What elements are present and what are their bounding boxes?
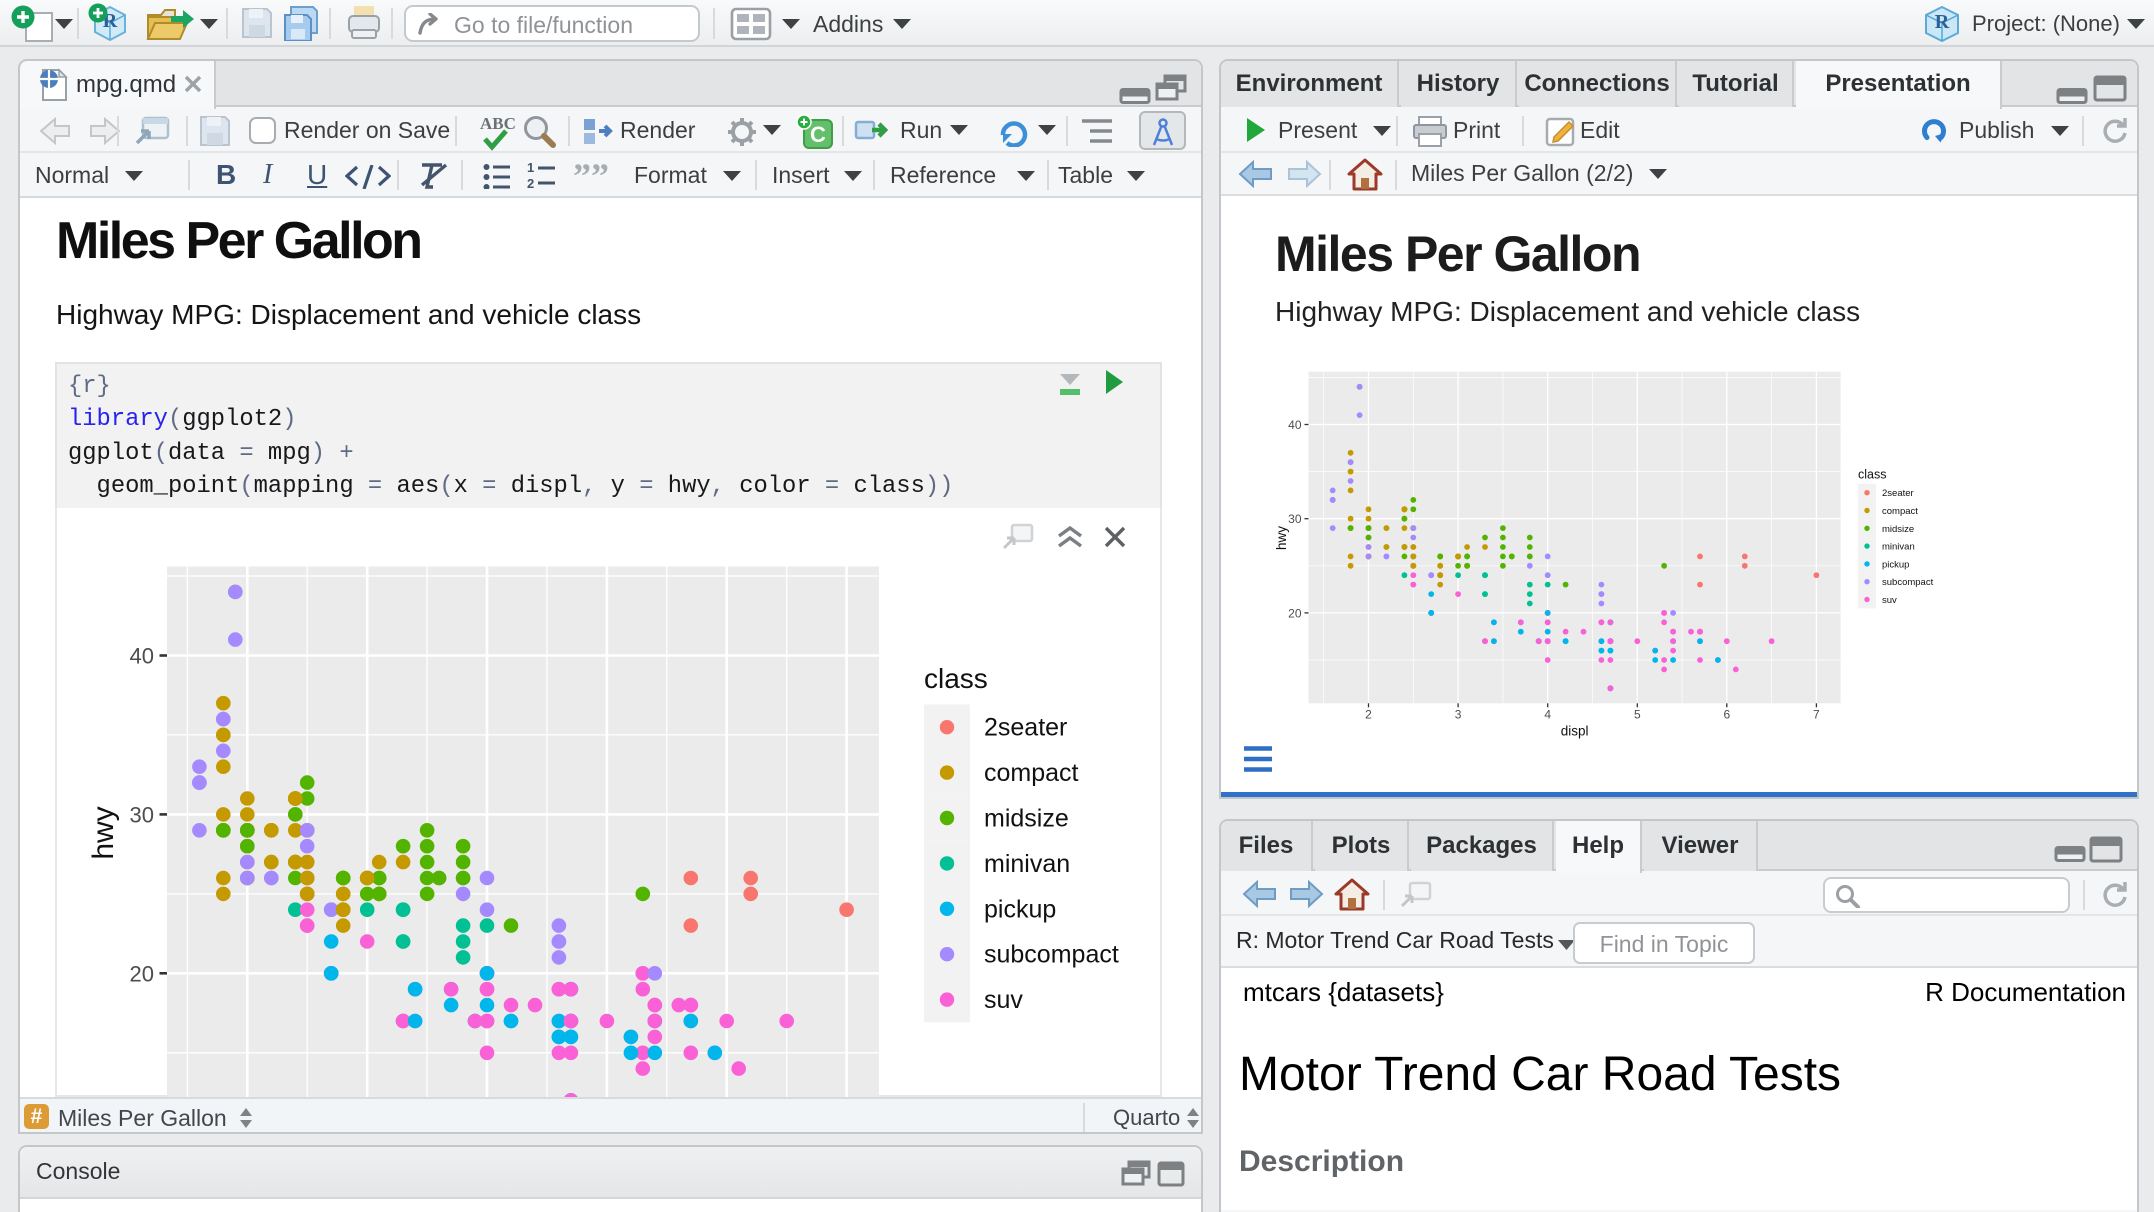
svg-text:3: 3	[1455, 707, 1462, 721]
svg-text:6: 6	[1723, 707, 1730, 721]
svg-text:R: R	[1935, 11, 1950, 33]
svg-text:hwy: hwy	[87, 806, 120, 859]
svg-text:hwy: hwy	[1274, 526, 1289, 550]
svg-text:midsize: midsize	[1882, 524, 1914, 535]
svg-text:2: 2	[527, 176, 534, 189]
svg-text:pickup: pickup	[1882, 559, 1909, 570]
svg-text:minivan: minivan	[1882, 542, 1915, 553]
svg-text:40: 40	[130, 644, 154, 669]
svg-text:ABC: ABC	[480, 114, 516, 133]
svg-text:class: class	[924, 663, 988, 694]
svg-text:minivan: minivan	[984, 850, 1070, 878]
svg-text:5: 5	[1634, 707, 1641, 721]
svg-text:suv: suv	[984, 986, 1023, 1014]
svg-text:7: 7	[1813, 707, 1820, 721]
svg-text:2seater: 2seater	[1882, 488, 1914, 499]
svg-text:pickup: pickup	[984, 895, 1056, 923]
svg-text:compact: compact	[984, 759, 1079, 787]
svg-text:subcompact: subcompact	[1882, 577, 1934, 588]
svg-text:40: 40	[1288, 418, 1302, 432]
svg-text:30: 30	[130, 802, 154, 827]
svg-text:1: 1	[527, 161, 534, 175]
svg-text:2: 2	[1365, 707, 1372, 721]
svg-text:C: C	[810, 122, 826, 147]
svg-text:2seater: 2seater	[984, 714, 1067, 742]
svg-text:30: 30	[1288, 512, 1302, 526]
svg-text:subcompact: subcompact	[984, 941, 1119, 969]
svg-text:midsize: midsize	[984, 805, 1069, 833]
svg-text:20: 20	[1288, 606, 1302, 620]
svg-text:20: 20	[130, 961, 154, 986]
svg-text:displ: displ	[1561, 723, 1589, 738]
svg-text:class: class	[1858, 468, 1886, 482]
svg-text:compact: compact	[1882, 506, 1918, 517]
svg-text:4: 4	[1544, 707, 1551, 721]
svg-text:suv: suv	[1882, 595, 1897, 606]
